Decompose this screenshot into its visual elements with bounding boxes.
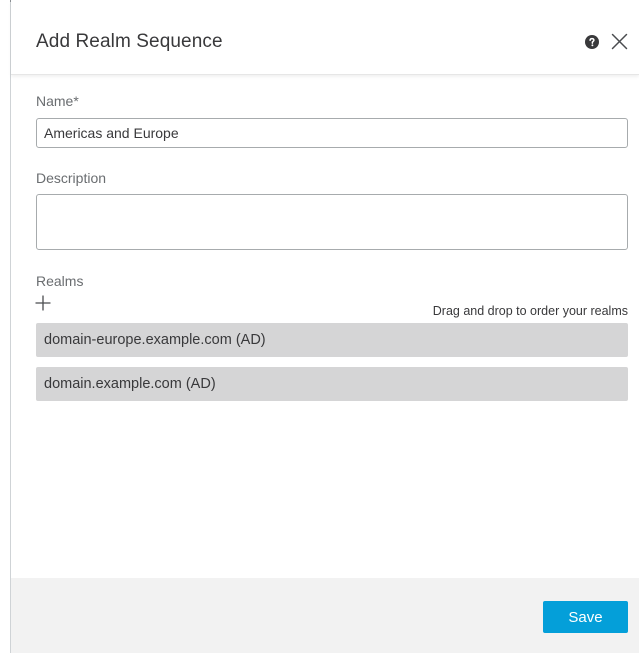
page: Add Realm Sequence Name* Description Rea… xyxy=(0,0,639,653)
plus-icon[interactable] xyxy=(35,295,51,311)
close-x-icon[interactable] xyxy=(611,33,628,50)
name-input[interactable] xyxy=(36,118,628,148)
add-realm-sequence-dialog: Add Realm Sequence Name* Description Rea… xyxy=(11,0,639,653)
dialog-title: Add Realm Sequence xyxy=(36,31,223,52)
realm-list-item[interactable]: domain.example.com (AD) xyxy=(36,367,628,401)
description-field-label: Description xyxy=(36,170,107,186)
drag-drop-hint: Drag and drop to order your realms xyxy=(432,304,628,318)
realm-list-item[interactable]: domain-europe.example.com (AD) xyxy=(36,323,628,357)
save-button[interactable]: Save xyxy=(543,601,628,633)
realms-label: Realms xyxy=(36,273,84,289)
dialog-header: Add Realm Sequence xyxy=(11,0,639,75)
description-input[interactable] xyxy=(36,194,628,250)
question-circle-icon[interactable] xyxy=(585,35,599,49)
name-field-label: Name* xyxy=(36,93,79,109)
